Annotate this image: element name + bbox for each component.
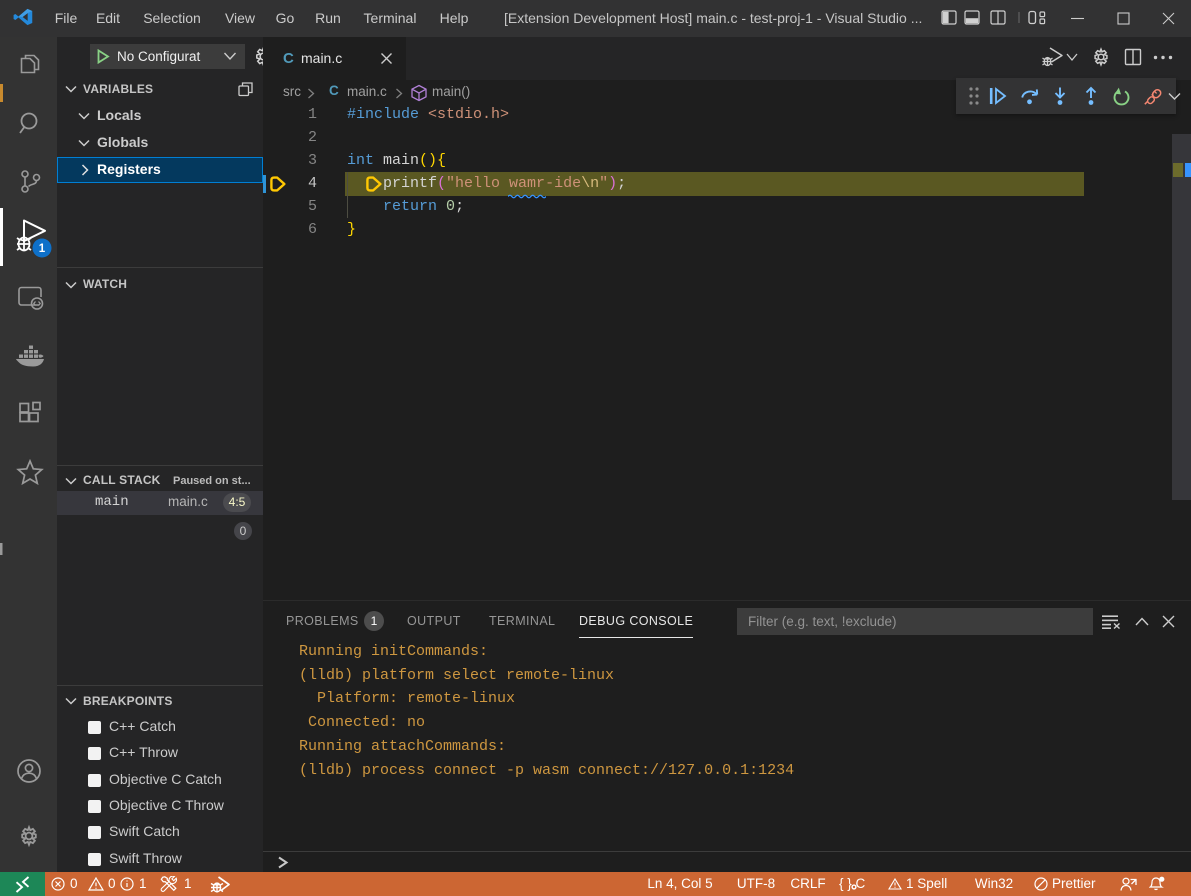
svg-text:1: 1 bbox=[39, 243, 46, 255]
